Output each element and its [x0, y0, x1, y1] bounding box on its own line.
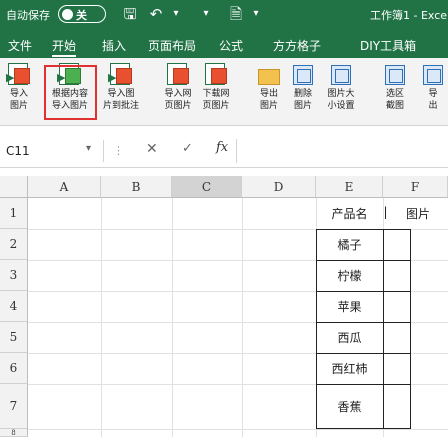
row-header-5[interactable]: 5	[0, 322, 28, 353]
column-header-f[interactable]: F	[383, 176, 448, 198]
more-button[interactable]: 导 出	[418, 62, 448, 120]
highlight-box	[44, 65, 97, 120]
name-box-value: C11	[6, 144, 30, 158]
row-header-6[interactable]: 6	[0, 353, 28, 384]
button-label: 导入图	[107, 89, 135, 99]
customize-dropdown-icon[interactable]: ▾	[246, 4, 266, 24]
button-label: 导	[428, 89, 438, 99]
insert-function-icon[interactable]: fx	[216, 140, 228, 155]
separator-icon: ⋮	[113, 144, 124, 157]
button-label: 小设置	[327, 101, 355, 111]
autosave-toggle[interactable]: 关	[58, 5, 106, 23]
toggle-state-label: 关	[76, 9, 87, 22]
button-label: 导入网	[164, 89, 192, 99]
undo-icon[interactable]: ↶	[146, 4, 166, 24]
tab-formulas[interactable]: 公式	[219, 37, 243, 54]
toggle-knob	[62, 8, 73, 20]
delete-picture-icon	[290, 62, 316, 88]
import-web-picture-icon	[165, 62, 191, 88]
redo-dropdown-icon[interactable]: ▾	[196, 4, 216, 24]
tab-diy-toolbox[interactable]: DIY工具箱	[360, 37, 416, 54]
row-header-2[interactable]: 2	[0, 229, 28, 260]
select-area-button[interactable]: 选区 截图	[378, 62, 412, 120]
cell-f1[interactable]: 图片	[388, 205, 448, 222]
import-picture-icon: ▶	[6, 62, 32, 88]
button-label: 图片大	[327, 89, 355, 99]
cell-e7[interactable]: 香蕉	[316, 398, 383, 415]
button-label: 下载网	[202, 89, 230, 99]
button-label: 片到批注	[102, 101, 139, 111]
save-icon[interactable]: 🖫	[120, 4, 140, 24]
cell-e1[interactable]: 产品名	[316, 205, 383, 222]
tab-insert[interactable]: 插入	[102, 37, 126, 54]
tab-page-layout[interactable]: 页面布局	[148, 37, 196, 54]
resize-picture-icon	[328, 62, 354, 88]
import-to-comment-icon: ▶	[108, 62, 134, 88]
row-header-4[interactable]: 4	[0, 291, 28, 322]
button-label: 图片	[9, 101, 28, 111]
button-label: 出	[428, 101, 438, 111]
row-header-7[interactable]: 7	[0, 384, 28, 429]
button-label: 导入	[9, 89, 28, 99]
chevron-down-icon[interactable]: ▾	[86, 143, 91, 154]
column-header-b[interactable]: B	[101, 176, 172, 198]
button-label: 截图	[385, 101, 404, 111]
delete-picture-button[interactable]: 删除 图片	[286, 62, 320, 120]
import-web-picture-button[interactable]: 导入网 页图片	[158, 62, 198, 120]
ribbon-tabs: 文件 开始 插入 页面布局 公式 方方格子 DIY工具箱	[0, 30, 448, 58]
cell-e4[interactable]: 苹果	[316, 298, 383, 315]
form-icon[interactable]: 🗎	[226, 4, 246, 24]
export-picture-button[interactable]: 导出 图片	[252, 62, 286, 120]
formula-bar: C11 ▾ ⋮ ✕ ✓ fx	[0, 136, 448, 168]
button-label: 导出	[259, 89, 278, 99]
cell-e3[interactable]: 柠檬	[316, 267, 383, 284]
tab-fangfang[interactable]: 方方格子	[273, 37, 321, 54]
resize-picture-button[interactable]: 图片大 小设置	[322, 62, 360, 120]
cell-e6[interactable]: 西红柿	[316, 360, 383, 377]
column-header-e[interactable]: E	[316, 176, 383, 198]
button-label: 页图片	[202, 101, 230, 111]
column-header-d[interactable]: D	[242, 176, 316, 198]
more-icon	[420, 62, 446, 88]
download-web-picture-icon	[203, 62, 229, 88]
button-label: 删除	[293, 89, 312, 99]
download-web-picture-button[interactable]: 下载网 页图片	[196, 62, 236, 120]
column-header-a[interactable]: A	[28, 176, 101, 198]
button-label: 图片	[259, 101, 278, 111]
column-header-c[interactable]: C	[172, 176, 242, 198]
tab-file[interactable]: 文件	[8, 37, 32, 54]
row-header-3[interactable]: 3	[0, 260, 28, 291]
cancel-icon[interactable]: ✕	[146, 141, 158, 157]
formula-input[interactable]	[236, 139, 448, 163]
button-label: 选区	[385, 89, 404, 99]
confirm-icon[interactable]: ✓	[182, 141, 193, 156]
cell-e2[interactable]: 橘子	[316, 236, 383, 253]
document-title: 工作簿1 - Excel	[370, 9, 448, 22]
select-all-corner[interactable]	[0, 176, 28, 198]
import-picture-button[interactable]: ▶ 导入 图片	[2, 62, 36, 120]
row-header-8[interactable]: 8	[0, 429, 28, 437]
export-picture-icon	[256, 62, 282, 88]
undo-dropdown-icon[interactable]: ▾	[166, 4, 186, 24]
select-area-icon	[382, 62, 408, 88]
cell-e5[interactable]: 西瓜	[316, 329, 383, 346]
row-header-1[interactable]: 1	[0, 198, 28, 229]
tab-home[interactable]: 开始	[52, 37, 77, 57]
button-label: 图片	[293, 101, 312, 111]
autosave-label: 自动保存	[6, 9, 50, 22]
import-to-comment-button[interactable]: ▶ 导入图 片到批注	[100, 62, 142, 120]
button-label: 页图片	[164, 101, 192, 111]
title-bar: 自动保存 关 🖫 ↶ ▾ ▾ 🗎 ▾ 工作簿1 - Excel	[0, 0, 448, 30]
name-box[interactable]: C11 ▾	[0, 140, 104, 162]
